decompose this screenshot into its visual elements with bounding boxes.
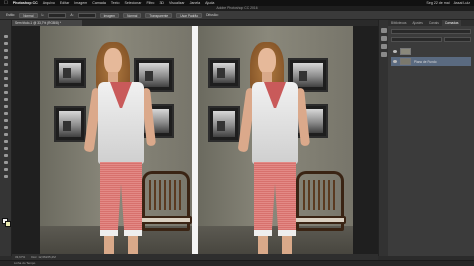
history-icon[interactable] xyxy=(381,28,387,33)
layer-row[interactable] xyxy=(391,47,471,56)
height-input[interactable] xyxy=(77,12,96,18)
layer-filter-row xyxy=(391,28,471,34)
picture-frame xyxy=(54,58,86,88)
layer-name: Plano de Fundo xyxy=(414,59,437,64)
zoom-tool-icon[interactable] xyxy=(3,167,9,172)
picture-frame xyxy=(208,58,240,88)
gradient-tool-icon[interactable] xyxy=(3,111,9,116)
zoom-level[interactable]: 33,67% xyxy=(15,255,25,259)
photo-before xyxy=(40,26,195,254)
lasso-tool-icon[interactable] xyxy=(3,48,9,53)
history-brush-tool-icon[interactable] xyxy=(3,97,9,102)
tab-libraries[interactable]: Bibliotecas xyxy=(388,20,409,26)
properties-icon[interactable] xyxy=(381,36,387,41)
photo-after xyxy=(198,26,353,254)
style-label: Estilo: xyxy=(6,13,16,17)
blend-mode-row xyxy=(391,36,471,42)
edit-toolbar-icon[interactable] xyxy=(3,174,9,179)
pen-tool-icon[interactable] xyxy=(3,132,9,137)
diffusion-label: Difusão: xyxy=(206,13,219,17)
character-icon[interactable] xyxy=(381,52,387,57)
layers-panel: Bibliotecas Ajustes Canais Camadas Plano… xyxy=(388,20,474,256)
width-label: L: xyxy=(41,13,45,17)
transparent-button[interactable]: Transparente xyxy=(145,12,173,18)
dodge-tool-icon[interactable] xyxy=(3,125,9,130)
panel-icon-strip xyxy=(378,20,388,256)
tools-panel xyxy=(0,20,12,256)
clone-stamp-tool-icon[interactable] xyxy=(3,90,9,95)
doc-size: Doc: 12,6M/25,2M xyxy=(31,255,56,259)
picture-frame xyxy=(208,106,240,142)
image-button[interactable]: Imagem xyxy=(99,12,120,18)
picture-frame xyxy=(54,106,86,142)
eraser-tool-icon[interactable] xyxy=(3,104,9,109)
normal-button[interactable]: Normal xyxy=(123,12,142,18)
options-bar: Estilo: Normal L: A: Imagem Normal Trans… xyxy=(0,11,474,20)
path-select-tool-icon[interactable] xyxy=(3,146,9,151)
blend-mode-select[interactable] xyxy=(391,36,443,42)
use-default-button[interactable]: Usar Padrão xyxy=(176,12,203,18)
blur-tool-icon[interactable] xyxy=(3,118,9,123)
type-tool-icon[interactable] xyxy=(3,139,9,144)
adjustments-icon[interactable] xyxy=(381,44,387,49)
chair-seat xyxy=(292,216,346,224)
marquee-tool-icon[interactable] xyxy=(3,41,9,46)
tab-adjustments[interactable]: Ajustes xyxy=(409,20,425,26)
crop-tool-icon[interactable] xyxy=(3,62,9,67)
layer-thumbnail xyxy=(400,48,411,55)
eye-icon[interactable] xyxy=(393,60,397,63)
height-label: A: xyxy=(70,13,74,17)
layer-row[interactable]: Plano de Fundo xyxy=(391,57,471,66)
tab-layers[interactable]: Camadas xyxy=(441,20,462,26)
panel-tabs: Bibliotecas Ajustes Canais Camadas xyxy=(388,20,474,26)
opacity-field[interactable] xyxy=(444,36,471,42)
chair-seat xyxy=(138,216,192,224)
layer-filter-select[interactable] xyxy=(391,28,471,34)
hand-tool-icon[interactable] xyxy=(3,160,9,165)
shape-tool-icon[interactable] xyxy=(3,153,9,158)
background-color-swatch[interactable] xyxy=(5,221,11,227)
eyedropper-tool-icon[interactable] xyxy=(3,69,9,74)
style-select[interactable]: Normal xyxy=(19,12,38,18)
canvas-area[interactable] xyxy=(12,26,378,266)
width-input[interactable] xyxy=(48,12,67,18)
eye-icon[interactable] xyxy=(393,50,397,53)
brush-tool-icon[interactable] xyxy=(3,83,9,88)
healing-tool-icon[interactable] xyxy=(3,76,9,81)
tab-channels[interactable]: Canais xyxy=(426,20,442,26)
layer-thumbnail xyxy=(400,58,411,65)
quick-select-tool-icon[interactable] xyxy=(3,55,9,60)
timeline-panel[interactable]: Linha do Tempo xyxy=(0,260,474,266)
move-tool-icon[interactable] xyxy=(3,34,9,39)
